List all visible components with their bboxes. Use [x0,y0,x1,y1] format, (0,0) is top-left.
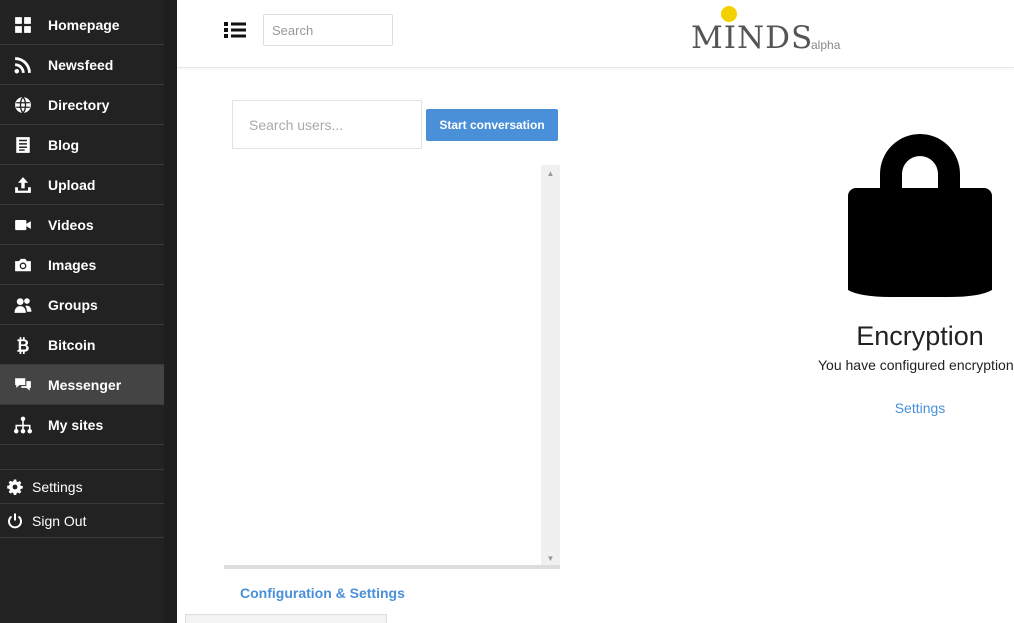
sidebar-item-label: Directory [48,96,110,113]
sidebar-item-homepage[interactable]: Homepage [0,5,164,45]
sidebar-item-videos[interactable]: Videos [0,205,164,245]
sidebar-item-settings[interactable]: Settings [0,470,164,504]
start-conversation-button[interactable]: Start conversation [426,109,558,141]
power-icon [0,513,32,529]
logo-badge: alpha [811,38,841,52]
sidebar-item-upload[interactable]: Upload [0,165,164,205]
sidebar-item-blog[interactable]: Blog [0,125,164,165]
camera-icon [0,256,48,274]
sidebar-item-label: My sites [48,416,104,433]
encryption-description: You have configured encryption [818,357,1014,373]
sidebar-item-directory[interactable]: Directory [0,85,164,125]
sidebar-item-images[interactable]: Images [0,245,164,285]
sidebar-item-label: Images [48,256,97,273]
scroll-up-arrow-icon[interactable]: ▲ [541,165,560,182]
sidebar-item-label: Homepage [48,16,120,33]
sidebar-item-label: Bitcoin [48,336,96,353]
scrollbar[interactable]: ▲ ▼ [541,165,560,567]
gear-icon [0,479,32,495]
sidebar-item-label: Settings [32,478,83,495]
minds-logo[interactable]: MINDS alpha [691,4,851,56]
sidebar-item-label: Groups [48,296,98,313]
lock-icon [848,134,992,297]
list-bottom-border [224,565,560,569]
sidebar: Homepage Newsfeed Directory Blog Upload … [0,0,177,623]
sidebar-item-newsfeed[interactable]: Newsfeed [0,45,164,85]
encryption-title: Encryption [856,321,984,351]
encryption-settings-link[interactable]: Settings [870,400,970,416]
sidebar-item-messenger[interactable]: Messenger [0,365,164,405]
sidebar-nav: Homepage Newsfeed Directory Blog Upload … [0,5,164,445]
search-input[interactable] [263,14,393,46]
sidebar-item-label: Videos [48,216,94,233]
chat-icon [0,376,48,394]
sidebar-item-label: Sign Out [32,512,87,529]
sidebar-edge [164,0,177,623]
sidebar-item-label: Newsfeed [48,56,114,73]
grid-icon [0,16,48,34]
logo-text: MINDS [691,20,814,56]
sidebar-item-sign-out[interactable]: Sign Out [0,504,164,538]
bottom-tab[interactable] [185,614,387,623]
top-bar: MINDS alpha [177,0,1014,68]
upload-icon [0,176,48,194]
conversation-list [224,165,560,567]
sidebar-item-groups[interactable]: Groups [0,285,164,325]
globe-icon [0,96,48,114]
sitemap-icon [0,416,48,434]
bitcoin-icon [0,336,48,354]
document-icon [0,136,48,154]
list-menu-icon[interactable] [224,21,246,39]
user-search-input[interactable] [232,100,422,149]
users-icon [0,296,48,314]
video-camera-icon [0,216,48,234]
sidebar-item-bitcoin[interactable]: Bitcoin [0,325,164,365]
sidebar-item-label: Upload [48,176,96,193]
sidebar-item-label: Blog [48,136,80,153]
sidebar-secondary-nav: Settings Sign Out [0,469,164,538]
rss-icon [0,56,48,74]
sidebar-item-label: Messenger [48,376,122,393]
configuration-settings-link[interactable]: Configuration & Settings [240,585,405,601]
sidebar-item-my-sites[interactable]: My sites [0,405,164,445]
